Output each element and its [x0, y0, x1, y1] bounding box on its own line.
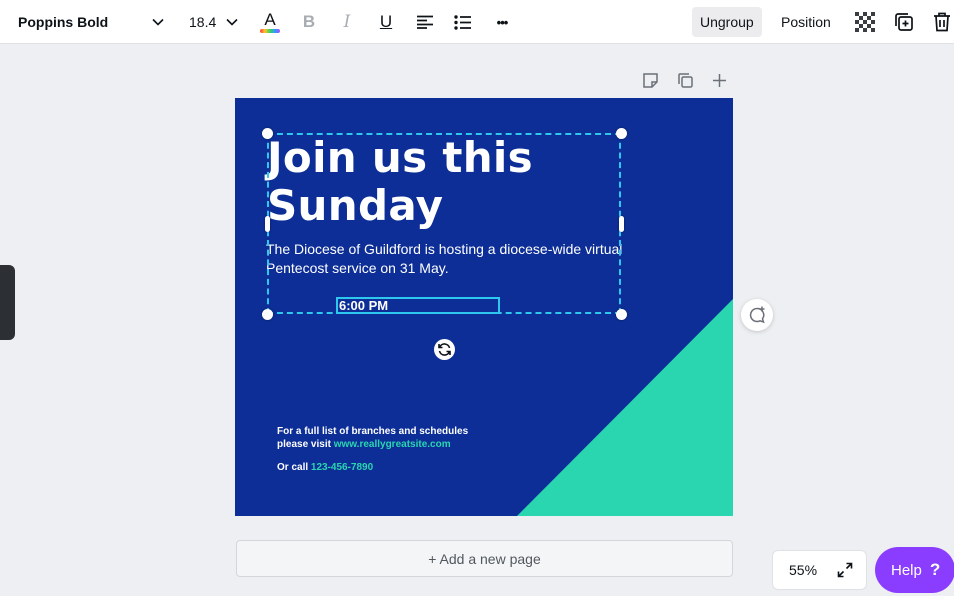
- expand-icon: [837, 562, 853, 578]
- resize-handle-bottom-right[interactable]: [616, 309, 627, 320]
- bold-button[interactable]: B: [297, 0, 321, 44]
- more-dots-icon: •••: [496, 14, 509, 30]
- help-label: Help: [891, 561, 922, 579]
- zoom-level: 55%: [789, 562, 818, 578]
- copy-icon: [677, 72, 693, 88]
- phone-number: 123-456-7890: [310, 462, 374, 473]
- resize-handle-top-left[interactable]: [262, 128, 273, 139]
- trash-icon: [934, 12, 950, 32]
- bold-icon: B: [302, 12, 316, 31]
- text-color-letter: A: [264, 10, 276, 29]
- visit-prefix: please visit: [277, 439, 334, 450]
- help-button[interactable]: Help ?: [875, 547, 954, 593]
- duplicate-page-button[interactable]: [675, 70, 695, 90]
- side-panel-toggle[interactable]: [0, 265, 15, 340]
- page-notes-button[interactable]: [640, 70, 660, 90]
- list-button[interactable]: [451, 0, 475, 44]
- add-new-page-label: + Add a new page: [428, 550, 541, 567]
- add-new-page-button[interactable]: + Add a new page: [236, 540, 733, 577]
- text-color-button[interactable]: A: [258, 0, 282, 44]
- chevron-down-icon[interactable]: [224, 0, 240, 44]
- question-mark-icon: ?: [929, 560, 941, 579]
- more-options-button[interactable]: •••: [490, 0, 514, 44]
- duplicate-icon: [895, 13, 913, 31]
- comment-plus-icon: [749, 306, 765, 324]
- text-toolbar: Poppins Bold 18.4 A B I U ••• Ungroup Po…: [0, 0, 954, 44]
- alignment-button[interactable]: [413, 0, 437, 44]
- fullscreen-button[interactable]: [837, 562, 853, 578]
- bullet-list-icon: [454, 14, 471, 30]
- transparency-checker-icon: [855, 12, 875, 32]
- underline-icon: U: [379, 12, 393, 31]
- transparency-button[interactable]: [853, 0, 877, 44]
- align-left-icon: [417, 15, 433, 29]
- plus-icon: [712, 73, 726, 87]
- sticky-note-icon: [642, 72, 658, 88]
- font-family-label: Poppins Bold: [18, 14, 109, 30]
- rotate-icon: [438, 343, 451, 356]
- font-family-dropdown[interactable]: Poppins Bold: [18, 0, 108, 44]
- call-prefix: Or call: [277, 462, 311, 473]
- font-size-value: 18.4: [189, 14, 217, 30]
- underline-button[interactable]: U: [374, 0, 398, 44]
- selection-box[interactable]: [267, 133, 621, 314]
- resize-handle-right[interactable]: [619, 216, 624, 232]
- zoom-control[interactable]: 55%: [772, 550, 867, 590]
- branches-info-text[interactable]: For a full list of branches and schedule…: [277, 425, 537, 451]
- italic-button[interactable]: I: [335, 0, 359, 44]
- website-link: www.reallygreatsite.com: [333, 439, 451, 450]
- add-page-plus-button[interactable]: [709, 70, 729, 90]
- position-label: Position: [781, 14, 831, 30]
- font-size-field[interactable]: 18.4: [189, 0, 216, 44]
- info-line: For a full list of branches and schedule…: [277, 426, 469, 437]
- add-comment-button[interactable]: [741, 299, 773, 331]
- rotate-handle[interactable]: [434, 339, 455, 360]
- italic-icon: I: [343, 12, 351, 32]
- resize-handle-top-right[interactable]: [616, 128, 627, 139]
- position-button[interactable]: Position: [773, 7, 839, 37]
- ungroup-label: Ungroup: [700, 14, 754, 30]
- call-info-text[interactable]: Or call 123-456-7890: [277, 461, 537, 474]
- resize-handle-bottom-left[interactable]: [262, 309, 273, 320]
- text-color-icon: A: [260, 11, 280, 33]
- website-line: please visit www.reallygreatsite.com: [277, 438, 537, 451]
- color-gradient-bar: [260, 29, 280, 33]
- delete-button[interactable]: [930, 0, 954, 44]
- resize-handle-left[interactable]: [265, 216, 270, 232]
- ungroup-button[interactable]: Ungroup: [692, 7, 762, 37]
- duplicate-button[interactable]: [892, 0, 916, 44]
- chevron-down-icon[interactable]: [150, 0, 166, 44]
